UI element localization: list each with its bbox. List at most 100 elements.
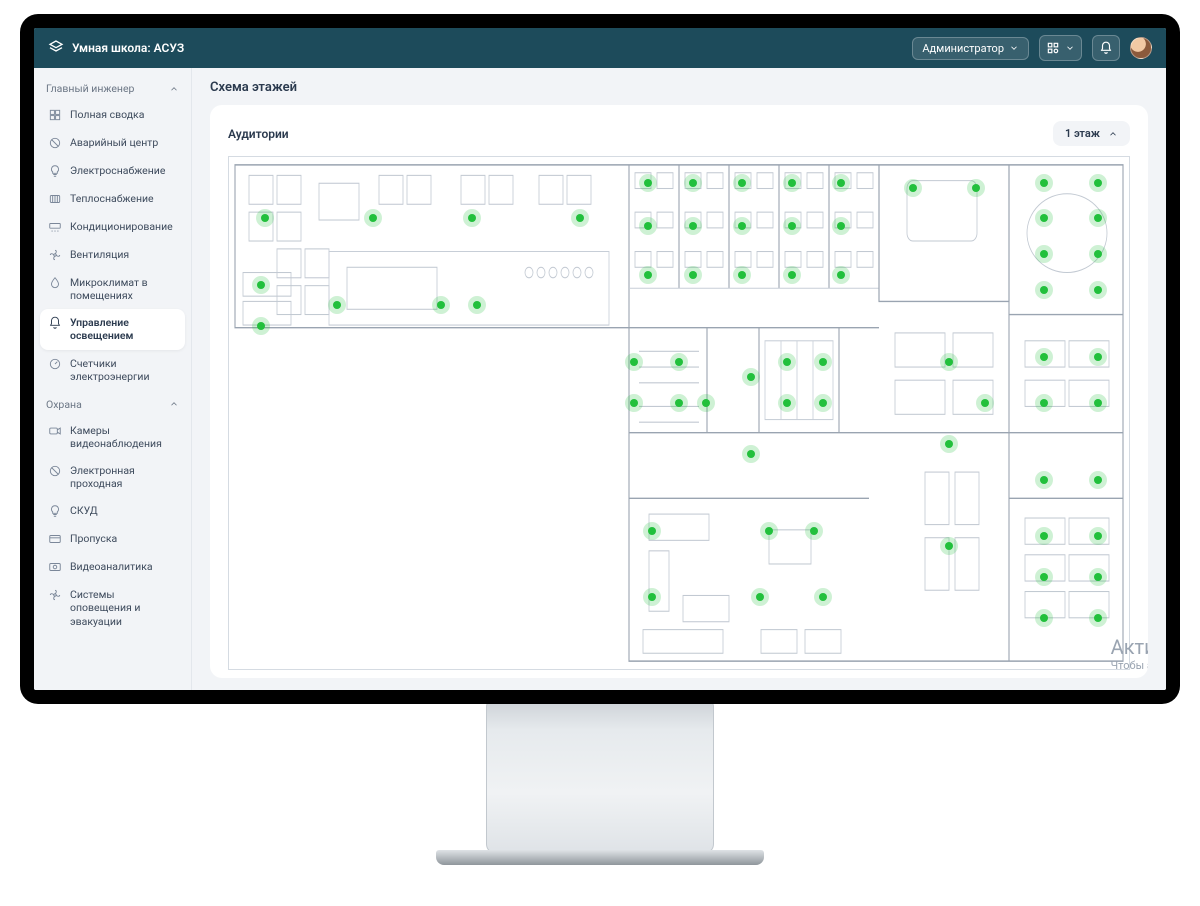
light-status-dot[interactable]: [819, 593, 827, 601]
sidebar-item[interactable]: Электронная проходная: [40, 457, 185, 497]
sidebar-section-security[interactable]: Охрана: [40, 390, 185, 417]
light-status-dot[interactable]: [738, 271, 746, 279]
light-status-dot[interactable]: [1040, 573, 1048, 581]
light-status-dot[interactable]: [1094, 399, 1102, 407]
light-status-dot[interactable]: [810, 527, 818, 535]
sidebar-item[interactable]: Камеры видеонаблюдения: [40, 417, 185, 457]
sidebar-item[interactable]: Вентиляция: [40, 241, 185, 269]
meter-icon: [48, 357, 62, 371]
light-status-dot[interactable]: [257, 322, 265, 330]
light-status-dot[interactable]: [1094, 214, 1102, 222]
light-status-dot[interactable]: [369, 214, 377, 222]
light-status-dot[interactable]: [689, 222, 697, 230]
light-status-dot[interactable]: [747, 450, 755, 458]
light-status-dot[interactable]: [1040, 476, 1048, 484]
light-status-dot[interactable]: [576, 214, 584, 222]
light-status-dot[interactable]: [1094, 532, 1102, 540]
light-status-dot[interactable]: [1040, 532, 1048, 540]
light-status-dot[interactable]: [257, 281, 265, 289]
light-status-dot[interactable]: [837, 222, 845, 230]
user-role-dropdown[interactable]: Администратор: [912, 37, 1029, 60]
light-status-dot[interactable]: [644, 271, 652, 279]
light-status-dot[interactable]: [783, 358, 791, 366]
screen: Умная школа: АСУЗ Администратор Главный …: [34, 28, 1166, 690]
sidebar-item[interactable]: Аварийный центр: [40, 129, 185, 157]
sidebar-item[interactable]: Микроклимат в помещениях: [40, 269, 185, 309]
light-status-dot[interactable]: [1040, 614, 1048, 622]
sidebar-item[interactable]: Счетчики электроэнергии: [40, 350, 185, 390]
light-status-dot[interactable]: [644, 222, 652, 230]
light-status-dot[interactable]: [1094, 250, 1102, 258]
light-status-dot[interactable]: [738, 179, 746, 187]
light-status-dot[interactable]: [972, 184, 980, 192]
light-status-dot[interactable]: [1094, 476, 1102, 484]
light-status-dot[interactable]: [630, 399, 638, 407]
light-status-dot[interactable]: [788, 179, 796, 187]
light-status-dot[interactable]: [648, 527, 656, 535]
sidebar-item-label: Теплоснабжение: [70, 192, 154, 205]
sidebar-item[interactable]: Видеоаналитика: [40, 553, 185, 581]
light-status-dot[interactable]: [675, 399, 683, 407]
sidebar-item[interactable]: Кондиционирование: [40, 213, 185, 241]
light-status-dot[interactable]: [981, 399, 989, 407]
light-status-dot[interactable]: [945, 440, 953, 448]
bell-icon: [48, 316, 62, 330]
floor-selector[interactable]: 1 этаж: [1053, 121, 1130, 146]
light-status-dot[interactable]: [819, 358, 827, 366]
light-status-dot[interactable]: [819, 399, 827, 407]
sidebar-item[interactable]: Пропуска: [40, 525, 185, 553]
light-status-dot[interactable]: [261, 214, 269, 222]
sidebar-item[interactable]: СКУД: [40, 497, 185, 525]
light-status-dot[interactable]: [738, 222, 746, 230]
light-status-dot[interactable]: [837, 179, 845, 187]
light-status-dot[interactable]: [1094, 573, 1102, 581]
light-status-dot[interactable]: [1040, 286, 1048, 294]
light-status-dot[interactable]: [1040, 399, 1048, 407]
light-status-dot[interactable]: [765, 527, 773, 535]
sidebar-item[interactable]: Системы оповещения и эвакуации: [40, 581, 185, 634]
light-status-dot[interactable]: [1094, 179, 1102, 187]
light-status-dot[interactable]: [630, 358, 638, 366]
light-status-dot[interactable]: [1040, 250, 1048, 258]
light-status-dot[interactable]: [1094, 614, 1102, 622]
light-status-dot[interactable]: [473, 301, 481, 309]
light-status-dot[interactable]: [945, 358, 953, 366]
light-status-dot[interactable]: [648, 593, 656, 601]
light-status-dot[interactable]: [1094, 286, 1102, 294]
light-status-dot[interactable]: [689, 271, 697, 279]
light-status-dot[interactable]: [1094, 353, 1102, 361]
sidebar-item[interactable]: Теплоснабжение: [40, 185, 185, 213]
light-status-dot[interactable]: [1040, 214, 1048, 222]
light-status-dot[interactable]: [783, 399, 791, 407]
sidebar-item[interactable]: Полная сводка: [40, 101, 185, 129]
light-status-dot[interactable]: [675, 358, 683, 366]
light-status-dot[interactable]: [702, 399, 710, 407]
light-status-dot[interactable]: [333, 301, 341, 309]
light-status-dot[interactable]: [468, 214, 476, 222]
apps-button[interactable]: [1039, 35, 1082, 61]
light-status-dot[interactable]: [437, 301, 445, 309]
fan-icon: [48, 588, 62, 602]
light-status-dot[interactable]: [1040, 353, 1048, 361]
light-status-dot[interactable]: [945, 542, 953, 550]
app-brand[interactable]: Умная школа: АСУЗ: [48, 39, 184, 58]
light-status-dot[interactable]: [1040, 179, 1048, 187]
sidebar: Главный инженер Полная сводкаАварийный ц…: [34, 68, 192, 690]
notifications-button[interactable]: [1092, 35, 1120, 61]
light-status-dot[interactable]: [788, 271, 796, 279]
floorplan[interactable]: [228, 156, 1130, 670]
light-status-dot[interactable]: [788, 222, 796, 230]
sidebar-item-label: Управление освещением: [70, 316, 177, 342]
light-status-dot[interactable]: [909, 184, 917, 192]
grid-icon: [48, 108, 62, 122]
sidebar-section-engineer[interactable]: Главный инженер: [40, 74, 185, 101]
light-status-dot[interactable]: [837, 271, 845, 279]
light-status-dot[interactable]: [756, 593, 764, 601]
sidebar-item[interactable]: Управление освещением: [40, 309, 185, 349]
light-status-dot[interactable]: [644, 179, 652, 187]
sidebar-item[interactable]: Электроснабжение: [40, 157, 185, 185]
light-status-dot[interactable]: [689, 179, 697, 187]
avatar[interactable]: [1130, 37, 1152, 59]
page-title: Схема этажей: [210, 80, 1148, 95]
light-status-dot[interactable]: [747, 373, 755, 381]
